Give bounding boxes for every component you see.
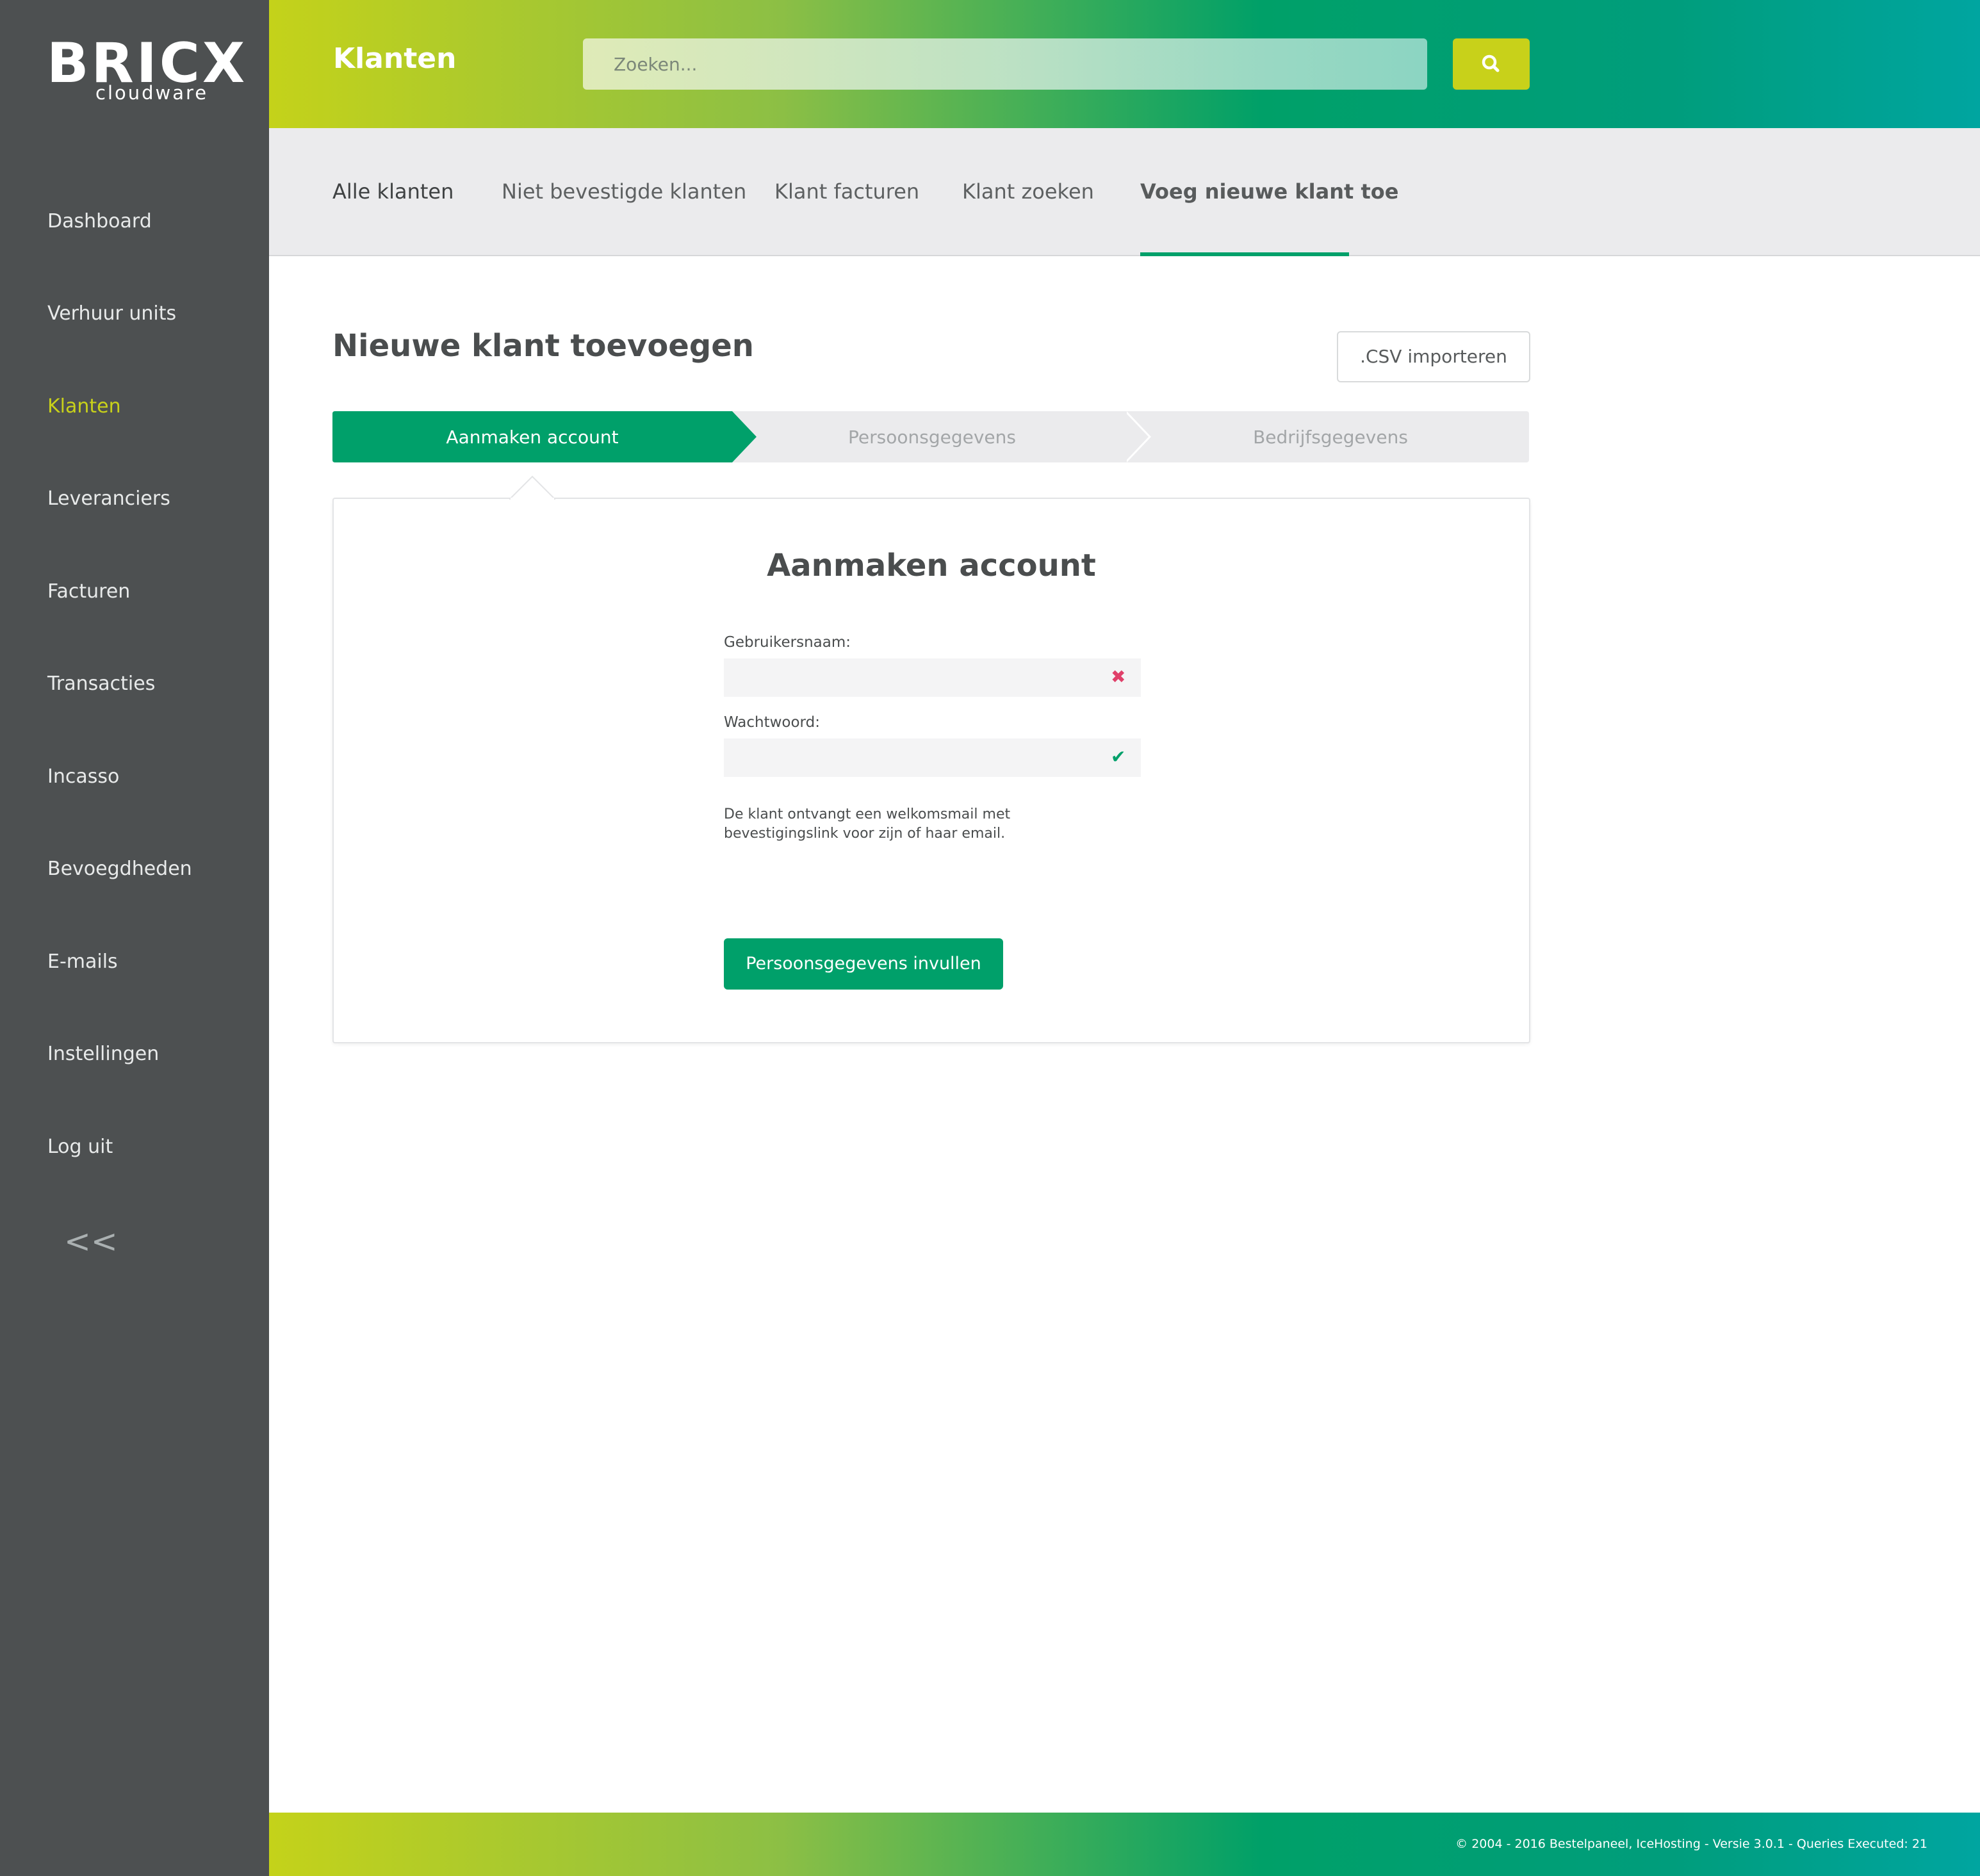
sub-navigation-tabs: Alle klanten Niet bevestigde klanten Kla…: [269, 128, 1980, 256]
tab-klant-facturen[interactable]: Klant facturen: [774, 179, 919, 204]
username-input[interactable]: [724, 658, 1141, 697]
sidebar-item-e-mails[interactable]: E-mails: [47, 950, 118, 973]
password-label: Wachtwoord:: [724, 714, 820, 731]
sidebar-item-klanten[interactable]: Klanten: [47, 395, 121, 418]
note-line: bevestigingslink voor zijn of haar email…: [724, 826, 1006, 842]
footer: © 2004 - 2016 Bestelpaneel, IceHosting -…: [269, 1813, 1980, 1876]
footer-copyright: © 2004 - 2016 Bestelpaneel, IceHosting -…: [1455, 1837, 1927, 1851]
wizard-step-bedrijfsgegevens[interactable]: Bedrijfsgegevens: [1132, 427, 1529, 448]
wizard-step-persoonsgegevens[interactable]: Persoonsgegevens: [732, 427, 1132, 448]
top-header: Klanten: [269, 0, 1980, 128]
sidebar-item-facturen[interactable]: Facturen: [47, 580, 130, 603]
tab-voeg-nieuwe-klant-toe[interactable]: Voeg nieuwe klant toe: [1140, 179, 1398, 204]
search-input[interactable]: [583, 38, 1427, 90]
wizard-step-aanmaken-account[interactable]: Aanmaken account: [332, 427, 732, 448]
sidebar-item-bevoegdheden[interactable]: Bevoegdheden: [47, 858, 192, 880]
search-icon: [1482, 54, 1500, 72]
search-button[interactable]: [1453, 38, 1530, 90]
password-input[interactable]: [724, 738, 1141, 777]
sidebar-item-incasso[interactable]: Incasso: [47, 765, 119, 788]
page-title: Nieuwe klant toevoegen: [332, 328, 754, 364]
fill-personal-details-button[interactable]: Persoonsgegevens invullen: [724, 938, 1003, 990]
username-label: Gebruikersnaam:: [724, 634, 851, 651]
sidebar: BRICX cloudware Dashboard Verhuur units …: [0, 0, 269, 1876]
tab-klant-zoeken[interactable]: Klant zoeken: [962, 179, 1094, 204]
sidebar-item-leveranciers[interactable]: Leveranciers: [47, 487, 170, 510]
form-title: Aanmaken account: [767, 548, 1096, 583]
tab-niet-bevestigde-klanten[interactable]: Niet bevestigde klanten: [502, 179, 746, 204]
sidebar-item-verhuur-units[interactable]: Verhuur units: [47, 302, 176, 325]
section-title: Klanten: [333, 42, 457, 75]
card-pointer-arrow: [509, 475, 555, 500]
csv-import-button[interactable]: .CSV importeren: [1337, 331, 1530, 382]
sidebar-item-transacties[interactable]: Transacties: [47, 673, 155, 695]
tab-alle-klanten[interactable]: Alle klanten: [332, 179, 454, 204]
collapse-sidebar-icon[interactable]: <<: [64, 1222, 118, 1260]
logo-subtitle: cloudware: [95, 82, 209, 104]
active-tab-indicator: [1140, 252, 1349, 256]
note-line: De klant ontvangt een welkomsmail met: [724, 806, 1011, 822]
bricx-logo[interactable]: BRICX cloudware: [47, 36, 245, 106]
sidebar-item-instellingen[interactable]: Instellingen: [47, 1043, 159, 1065]
valid-check-icon: ✔: [1111, 746, 1126, 767]
wizard-steps: Aanmaken account Persoonsgegevens Bedrij…: [332, 411, 1529, 462]
sidebar-item-log-uit[interactable]: Log uit: [47, 1136, 113, 1158]
error-x-icon: ✖: [1111, 666, 1126, 687]
welcome-mail-note: De klant ontvangt een welkomsmail met be…: [724, 805, 1044, 844]
account-form-card: Aanmaken account Gebruikersnaam: ✖ Wacht…: [332, 498, 1530, 1043]
sidebar-item-dashboard[interactable]: Dashboard: [47, 210, 152, 232]
